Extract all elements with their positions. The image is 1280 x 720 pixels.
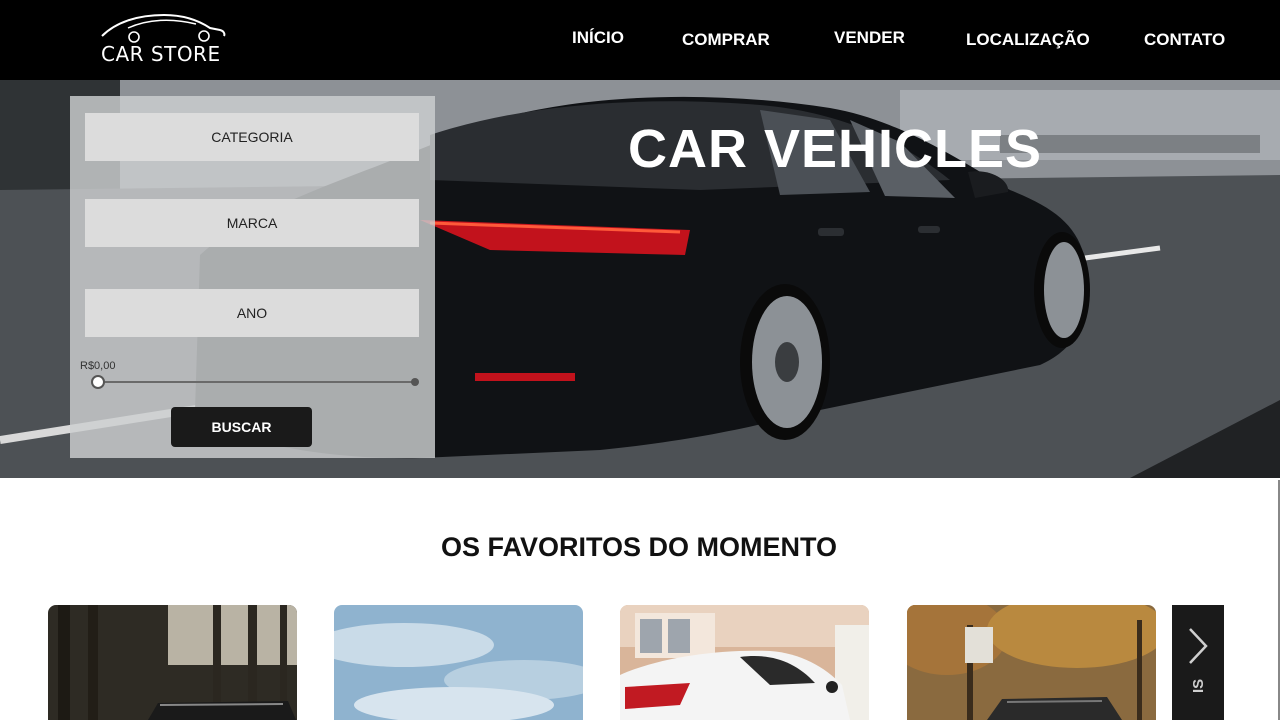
carousel-next-button[interactable]: IS: [1172, 605, 1224, 720]
carousel-next-label: IS: [1190, 678, 1207, 693]
car-photo-white-sports: [620, 605, 869, 720]
brand-name: CAR STORE: [101, 42, 221, 66]
brand-select[interactable]: MARCA: [85, 199, 419, 247]
chevron-right-icon: [1189, 628, 1208, 664]
favorite-card-2[interactable]: [334, 605, 583, 720]
hero-banner: CAR VEHICLES CATEGORIA MARCA ANO R$0,00 …: [0, 80, 1280, 478]
nav-inicio[interactable]: INÍCIO: [572, 28, 624, 48]
price-slider-track[interactable]: [98, 381, 416, 383]
nav-vender[interactable]: VENDER: [834, 28, 905, 48]
year-select[interactable]: ANO: [85, 289, 419, 337]
search-button[interactable]: BUSCAR: [171, 407, 312, 447]
price-slider-handle[interactable]: [91, 375, 105, 389]
favorite-card-4[interactable]: [907, 605, 1156, 720]
nav-localizacao[interactable]: LOCALIZAÇÃO: [966, 30, 1090, 50]
hero-title: CAR VEHICLES: [628, 119, 1043, 179]
price-slider-max-handle[interactable]: [411, 378, 419, 386]
favorites-heading: OS FAVORITOS DO MOMENTO: [440, 532, 838, 562]
brand-logo[interactable]: CAR STORE: [98, 10, 228, 66]
nav-contato[interactable]: CONTATO: [1144, 30, 1225, 50]
search-panel: CATEGORIA MARCA ANO R$0,00 BUSCAR: [70, 96, 435, 458]
favorite-card-3[interactable]: [620, 605, 869, 720]
car-photo-sky: [334, 605, 583, 720]
nav-comprar[interactable]: COMPRAR: [682, 30, 770, 50]
car-silhouette-icon: [101, 13, 226, 43]
favorite-card-1[interactable]: [48, 605, 297, 720]
price-value: R$0,00: [80, 360, 116, 372]
top-navbar: CAR STORE INÍCIO COMPRAR VENDER LOCALIZA…: [0, 0, 1280, 80]
car-photo-forest: [48, 605, 297, 720]
car-photo-autumn: [907, 605, 1156, 720]
category-select[interactable]: CATEGORIA: [85, 113, 419, 161]
